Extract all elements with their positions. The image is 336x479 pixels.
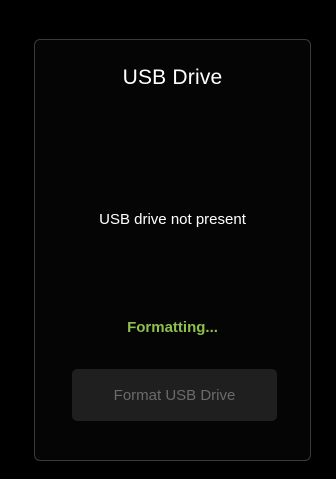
panel-title: USB Drive [122, 66, 223, 89]
usb-drive-panel: USB Drive USB drive not present Formatti… [34, 39, 311, 461]
usb-status-text: USB drive not present [99, 211, 246, 228]
format-usb-drive-button[interactable]: Format USB Drive [72, 369, 277, 421]
formatting-progress-text: Formatting... [127, 319, 218, 336]
